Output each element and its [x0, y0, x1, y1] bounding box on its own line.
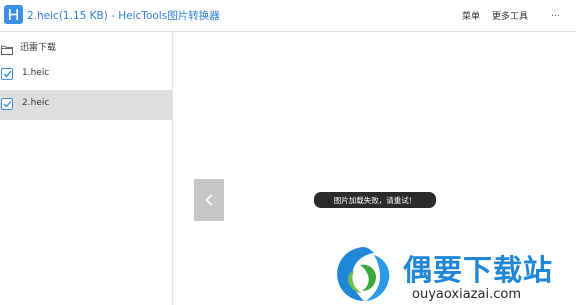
error-toast: 图片加载失败，请重试！ [314, 192, 436, 208]
file-list-item[interactable]: 1.heic [0, 60, 172, 90]
watermark-url: ouyaoxiazai.com [412, 287, 521, 302]
file-checkbox[interactable] [1, 98, 13, 110]
menu-button[interactable]: 菜单 [462, 9, 480, 22]
file-list-item-selected[interactable]: 2.heic [0, 90, 172, 120]
app-window: 2.heic(1.15 KB) - HeicTools图片转换器 菜单 更多工具… [0, 0, 576, 305]
previous-image-button[interactable] [194, 179, 224, 221]
more-tools-button[interactable]: 更多工具 [492, 9, 528, 22]
file-name: 2.heic [22, 98, 50, 108]
file-name: 1.heic [22, 68, 50, 78]
folder-icon [1, 40, 13, 59]
folder-header[interactable]: 迅雷下载 [0, 38, 172, 55]
site-watermark: 偶要下载站 ouyaoxiazai.com [330, 243, 576, 305]
chevron-left-icon [205, 194, 213, 206]
title-bar: 2.heic(1.15 KB) - HeicTools图片转换器 菜单 更多工具… [0, 0, 576, 32]
more-options-icon[interactable]: … [551, 9, 560, 19]
file-checkbox[interactable] [1, 68, 13, 80]
folder-label: 迅雷下载 [20, 43, 57, 53]
watermark-logo-icon [337, 247, 390, 301]
app-logo-icon [4, 5, 23, 24]
watermark-title: 偶要下载站 [403, 253, 554, 287]
window-title: 2.heic(1.15 KB) - HeicTools图片转换器 [27, 10, 220, 22]
file-sidebar: 迅雷下载 1.heic 2.heic [0, 32, 173, 305]
